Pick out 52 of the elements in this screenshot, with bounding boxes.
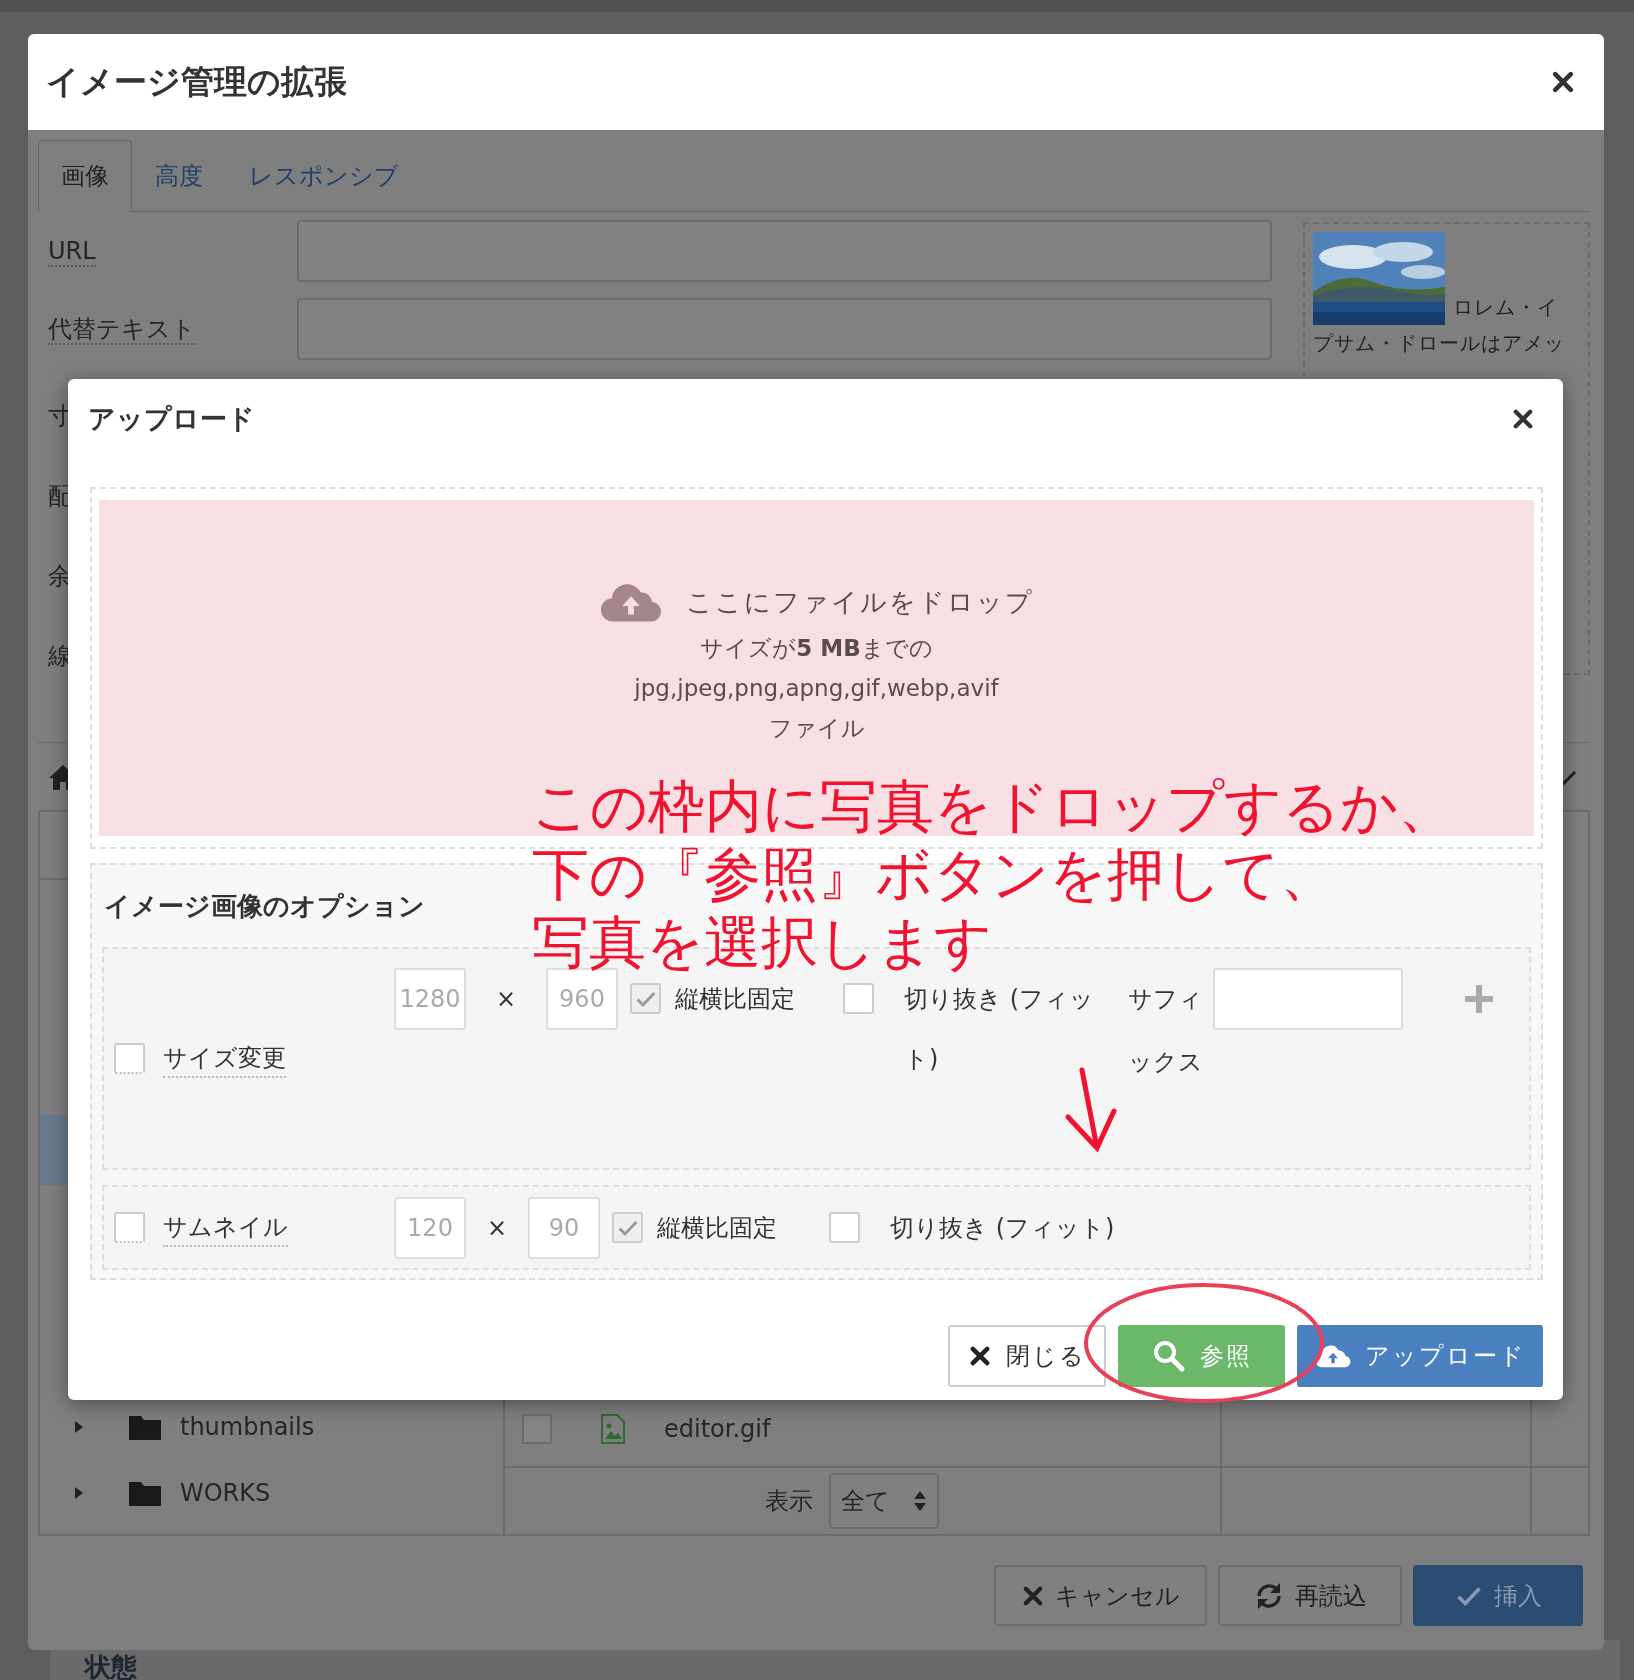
image-file-icon xyxy=(600,1414,626,1444)
filter-label: 表示 xyxy=(765,1486,813,1517)
dialog-title: アップロード xyxy=(88,401,255,436)
option-label: サムネイル xyxy=(163,1208,288,1247)
tab[interactable]: レスポンシブ xyxy=(226,140,422,212)
field-label: 余 xyxy=(48,561,72,592)
insert-button[interactable]: 挿入 xyxy=(1413,1565,1583,1626)
file-types: jpg,jpeg,png,apng,gif,webp,avif xyxy=(634,674,999,703)
search-icon xyxy=(1151,1339,1186,1373)
option-label: 縦横比固定 xyxy=(675,984,795,1015)
tab[interactable]: 画像 xyxy=(38,140,132,212)
folder-icon xyxy=(128,1413,162,1441)
plus-icon[interactable] xyxy=(1463,983,1495,1015)
filter-select[interactable]: 全て xyxy=(829,1473,939,1529)
field-label: URL xyxy=(48,237,96,267)
cloud-upload-icon xyxy=(1314,1343,1351,1369)
times-sign: × xyxy=(485,1212,509,1244)
browse-button[interactable]: 参照 xyxy=(1118,1325,1285,1387)
x-icon xyxy=(968,1344,992,1368)
option-label: サフィックス xyxy=(1128,984,1203,1078)
drop-heading: ここにファイルをドロップ xyxy=(685,586,1034,619)
annotation-text: 下の『参照』ボタンを押して、 xyxy=(532,840,1338,908)
reload-button[interactable]: 再読込 xyxy=(1218,1565,1402,1626)
upload-button[interactable]: アップロード xyxy=(1297,1325,1543,1387)
width-field[interactable]: 120 xyxy=(394,1196,466,1259)
status-heading: 状態 xyxy=(85,1651,137,1680)
close-icon[interactable] xyxy=(1511,407,1535,431)
option-label: サイズ変更 xyxy=(163,1039,286,1078)
caption-text: プサム・ドロールはアメッ xyxy=(1313,330,1565,357)
suffix-field[interactable] xyxy=(1213,968,1403,1030)
window-title: イメージ管理の拡張 xyxy=(46,61,347,104)
folder-icon xyxy=(128,1479,162,1507)
width-field[interactable]: 1280 xyxy=(394,968,466,1030)
folder-name[interactable]: WORKS xyxy=(180,1475,271,1511)
options-title: イメージ画像のオプション xyxy=(104,889,425,923)
cancel-button[interactable]: キャンセル xyxy=(994,1565,1207,1626)
file-suffix: ファイル xyxy=(768,714,865,743)
tab[interactable]: 高度 xyxy=(132,140,226,212)
folder-name[interactable]: thumbnails xyxy=(180,1409,315,1445)
close-button[interactable]: 閉じる xyxy=(948,1325,1106,1387)
field-label: 代替テキスト xyxy=(48,315,196,345)
option-label: 切り抜き (フィット) xyxy=(904,984,1095,1075)
option-label: 縦横比固定 xyxy=(657,1212,777,1244)
file-name[interactable]: editor.gif xyxy=(664,1411,771,1447)
times-sign: × xyxy=(494,984,518,1015)
selected-row-highlight xyxy=(40,1115,70,1185)
updown-icon xyxy=(913,1489,927,1513)
option-label: 切り抜き (フィット) xyxy=(890,1213,1115,1244)
checkbox[interactable] xyxy=(522,1414,552,1444)
caption-text: ロレム・イ xyxy=(1453,294,1558,321)
close-icon[interactable] xyxy=(1550,69,1576,95)
height-field[interactable]: 90 xyxy=(528,1196,600,1259)
